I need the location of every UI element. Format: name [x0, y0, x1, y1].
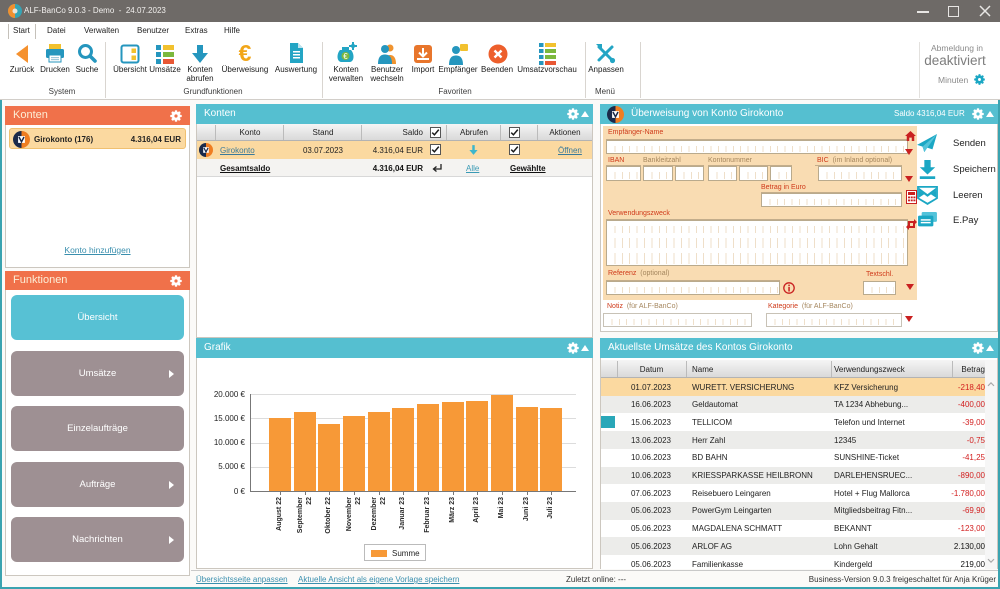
- svg-text:€: €: [343, 52, 348, 61]
